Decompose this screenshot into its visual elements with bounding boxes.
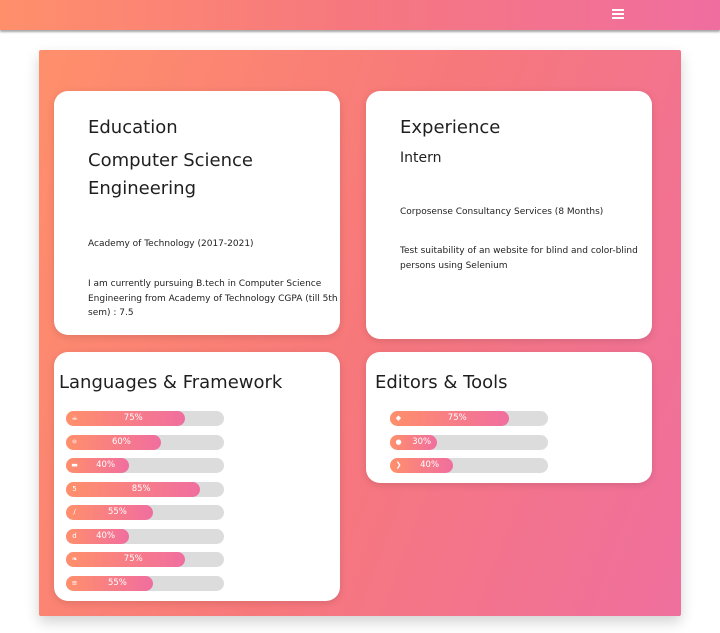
experience-desc-line-2: persons using Selenium xyxy=(400,260,508,271)
skill-percent-label: 30% xyxy=(412,436,432,447)
skill-percent-label: 40% xyxy=(420,460,440,470)
languages-card: Languages & Framework ☕ 75% ⚛ 60% ▬ 40% 5 85% ∕ 5… xyxy=(54,352,340,601)
experience-heading: Experience xyxy=(400,117,501,138)
experience-company: Corposense Consultancy Services (8 Month… xyxy=(400,207,604,217)
education-card: Education Computer Science Engineering A… xyxy=(54,91,340,335)
education-desc-line-3: sem) : 7.5 xyxy=(88,308,134,318)
skills-panel: Education Computer Science Engineering A… xyxy=(39,50,681,616)
skill-percent-label: 75% xyxy=(123,413,143,423)
skill-percent-label: 85% xyxy=(131,483,151,494)
skill-bar: ≡ 55% xyxy=(66,575,224,591)
skill-bar: 5 85% xyxy=(66,481,224,497)
skill-percent-label: 55% xyxy=(107,577,127,588)
skill-percent-label: 40% xyxy=(96,530,116,541)
skill-bar: d 40% xyxy=(66,528,224,544)
skill-percent-label: 40% xyxy=(96,460,116,470)
skill-bar: ⚛ 60% xyxy=(66,434,224,450)
tools-heading: Editors & Tools xyxy=(375,372,508,393)
skill-percent-label: 60% xyxy=(111,436,131,447)
degree-line-1: Computer Science xyxy=(88,150,253,171)
skill-bar: ∕ 55% xyxy=(66,505,224,520)
top-navbar xyxy=(0,0,720,30)
degree-line-2: Engineering xyxy=(88,178,196,199)
skill-bar: ▬ 40% xyxy=(66,458,224,473)
education-desc-line-2: Engineering from Academy of Technology C… xyxy=(88,293,338,304)
institution-text: Academy of Technology (2017-2021) xyxy=(88,239,254,249)
skill-bar: ❯ 40% xyxy=(390,458,548,473)
skill-bar: ◆ 75% xyxy=(390,411,548,426)
skill-percent-label: 75% xyxy=(123,554,143,564)
skill-percent-label: 75% xyxy=(447,413,467,423)
education-desc-line-1: I am currently pursuing B.tech in Comput… xyxy=(88,279,322,289)
hamburger-menu-icon[interactable] xyxy=(612,9,624,19)
skill-bar: ☕ 75% xyxy=(66,411,224,426)
skill-bar: ● 30% xyxy=(390,434,548,450)
languages-heading: Languages & Framework xyxy=(59,372,283,393)
experience-card: Experience Intern Corposense Consultancy… xyxy=(366,91,652,339)
experience-role: Intern xyxy=(400,150,442,166)
skill-bar: ❧ 75% xyxy=(66,552,224,567)
experience-desc-line-1: Test suitability of an website for blind… xyxy=(400,246,638,256)
skill-percent-label: 55% xyxy=(107,507,127,517)
tools-card: Editors & Tools ◆ 75% ● 30% ❯ 40% xyxy=(366,352,652,483)
education-heading: Education xyxy=(88,117,178,138)
